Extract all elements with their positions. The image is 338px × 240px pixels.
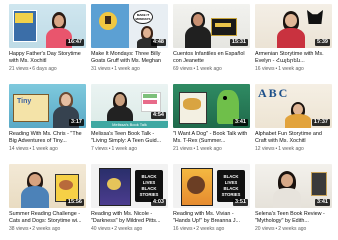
video-thumbnail[interactable]: 15:31 — [173, 4, 250, 48]
duration-badge: 15:56 — [65, 199, 84, 206]
video-card[interactable]: 15:31 Cuentos Infantiles en Español con … — [173, 4, 250, 80]
duration-badge: 5:39 — [314, 39, 330, 46]
video-title[interactable]: Selena's Teen Book Review - "Mythology" … — [255, 211, 332, 225]
duration-badge: 3:17 — [68, 119, 84, 126]
make-it-bubble: MAKE IT MONDAYS — [133, 10, 153, 24]
video-thumbnail[interactable]: BLACK LIVES BLACK STORIES 3:51 — [173, 164, 250, 208]
video-meta: 40 views•2 weeks ago — [91, 226, 143, 232]
video-card[interactable]: Melissa's Book Talk 4:54 Melissa's Teen … — [91, 84, 168, 160]
video-card[interactable]: BLACK LIVES BLACK STORIES 3:51 Reading w… — [173, 164, 250, 240]
video-title[interactable]: Reading with Ms. Vivian - "Hands Up!" by… — [173, 211, 250, 225]
video-card[interactable]: BLACK LIVES BLACK STORIES 4:03 Reading w… — [91, 164, 168, 240]
video-card[interactable]: 3:41 Selena's Teen Book Review - "Mythol… — [255, 164, 332, 240]
duration-badge: 4:48 — [150, 39, 166, 46]
video-thumbnail[interactable]: 16:47 — [9, 4, 86, 48]
thumb-banner: Melissa's Book Talk — [91, 121, 168, 128]
video-meta: 69 views•1 week ago — [173, 66, 222, 72]
duration-badge: 15:31 — [229, 39, 248, 46]
book-cover-text: Tiny — [17, 98, 32, 105]
video-card[interactable]: 3:41 "I Want A Dog" - Book Talk with Ms.… — [173, 84, 250, 160]
video-meta: 20 views•2 weeks ago — [255, 226, 307, 232]
video-title[interactable]: Alphabet Fun Storytime and Craft with Ms… — [255, 131, 332, 145]
video-title[interactable]: Make It Mondays: Three Billy Goats Gruff… — [91, 51, 168, 65]
video-thumbnail[interactable]: MAKE IT MONDAYS 4:48 — [91, 4, 168, 48]
video-thumbnail[interactable]: 5:39 — [255, 4, 332, 48]
video-thumbnail[interactable]: Melissa's Book Talk 4:54 — [91, 84, 168, 128]
blm-logo: BLACK LIVES BLACK STORIES — [135, 170, 163, 202]
duration-badge: 4:03 — [150, 199, 166, 206]
duration-badge: 3:41 — [232, 119, 248, 126]
video-title[interactable]: Happy Father's Day Storytime with Ms. Xo… — [9, 51, 86, 65]
video-card[interactable]: ABC 17:37 Alphabet Fun Storytime and Cra… — [255, 84, 332, 160]
video-meta: 31 views•1 week ago — [91, 66, 140, 72]
video-card[interactable]: Tiny 3:17 Reading With Ms. Chris - "The … — [9, 84, 86, 160]
video-meta: 16 views•1 week ago — [255, 66, 304, 72]
video-title[interactable]: Armenian Storytime with Ms. Evelyn - Հայ… — [255, 51, 332, 65]
video-thumbnail[interactable]: Tiny 3:17 — [9, 84, 86, 128]
video-meta: 7 views•1 week ago — [91, 146, 138, 152]
video-thumbnail[interactable]: 3:41 — [255, 164, 332, 208]
video-grid: 16:47 Happy Father's Day Storytime with … — [9, 4, 332, 240]
video-title[interactable]: Reading with Ms. Nicole - "Darkness" by … — [91, 211, 168, 225]
video-thumbnail[interactable]: ABC 17:37 — [255, 84, 332, 128]
video-thumbnail[interactable]: BLACK LIVES BLACK STORIES 4:03 — [91, 164, 168, 208]
duration-badge: 3:51 — [232, 199, 248, 206]
video-title[interactable]: Reading With Ms. Chris - "The Big Advent… — [9, 131, 86, 145]
duration-badge: 16:47 — [65, 39, 84, 46]
video-meta: 21 views•6 days ago — [9, 66, 57, 72]
video-title[interactable]: Summer Reading Challenge - Cats and Dogs… — [9, 211, 86, 225]
video-thumbnail[interactable]: 3:41 — [173, 84, 250, 128]
video-meta: 38 views•2 weeks ago — [9, 226, 61, 232]
video-meta: 12 views•1 week ago — [255, 146, 304, 152]
video-card[interactable]: 5:39 Armenian Storytime with Ms. Evelyn … — [255, 4, 332, 80]
video-card[interactable]: MAKE IT MONDAYS 4:48 Make It Mondays: Th… — [91, 4, 168, 80]
video-title[interactable]: "I Want A Dog" - Book Talk with Ms. T-Re… — [173, 131, 250, 145]
video-meta: 21 views•1 week ago — [173, 146, 222, 152]
duration-badge: 4:54 — [150, 112, 166, 119]
blm-logo: BLACK LIVES BLACK STORIES — [217, 170, 245, 202]
duration-badge: 3:41 — [314, 199, 330, 206]
video-meta: 16 views•2 weeks ago — [173, 226, 225, 232]
video-title[interactable]: Cuentos Infantiles en Español con Jeanet… — [173, 51, 250, 65]
video-thumbnail[interactable]: 15:56 — [9, 164, 86, 208]
abc-letters: ABC — [258, 86, 290, 100]
video-card[interactable]: 15:56 Summer Reading Challenge - Cats an… — [9, 164, 86, 240]
video-title[interactable]: Melissa's Teen Book Talk - "Living Simpl… — [91, 131, 168, 145]
video-card[interactable]: 16:47 Happy Father's Day Storytime with … — [9, 4, 86, 80]
duration-badge: 17:37 — [311, 119, 330, 126]
video-meta: 14 views•1 week ago — [9, 146, 58, 152]
